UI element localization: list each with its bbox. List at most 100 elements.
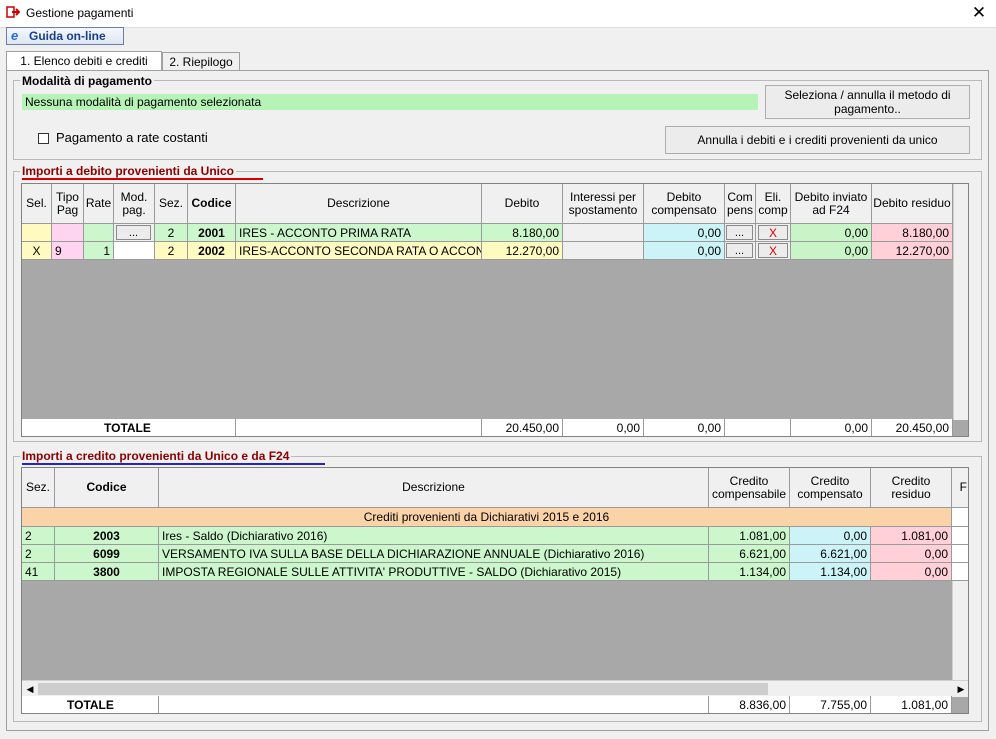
row1-compensato[interactable]: 0,00: [644, 224, 725, 242]
help-online-label: Guida on-line: [29, 29, 106, 43]
crow1-codice[interactable]: 2003: [55, 527, 159, 545]
tab-elenco[interactable]: 1. Elenco debiti e crediti: [6, 51, 162, 71]
crow3-codice[interactable]: 3800: [55, 563, 159, 581]
credit-horizontal-scrollbar[interactable]: ◀ ▶: [22, 680, 968, 697]
crow1-sez[interactable]: 2: [22, 527, 55, 545]
col-compens[interactable]: Com pens: [725, 184, 756, 224]
payment-mode-title: Modalità di pagamento: [20, 74, 155, 88]
row1-mod-button[interactable]: ...: [116, 225, 151, 240]
row1-compens-button[interactable]: ...: [726, 225, 753, 240]
row2-inviato[interactable]: 0,00: [791, 242, 872, 260]
scroll-right-icon[interactable]: ▶: [955, 683, 967, 695]
credit-total-residuo: 1.081,00: [871, 696, 952, 713]
crow3-compensabile[interactable]: 1.134,00: [709, 563, 790, 581]
row1-codice[interactable]: 2001: [188, 224, 236, 242]
row2-mod[interactable]: [114, 242, 155, 260]
col-debito[interactable]: Debito: [482, 184, 563, 224]
row2-sel[interactable]: X: [22, 242, 52, 260]
crow2-codice[interactable]: 6099: [55, 545, 159, 563]
crow1-residuo[interactable]: 1.081,00: [871, 527, 952, 545]
ccol-f[interactable]: F: [952, 468, 968, 508]
row2-delete-comp-button[interactable]: X: [758, 243, 788, 258]
row2-compens-button[interactable]: ...: [726, 243, 753, 258]
row1-delete-comp-button[interactable]: X: [758, 225, 788, 240]
credit-total-compensabile: 8.836,00: [709, 696, 790, 713]
debit-total-interessi: 0,00: [563, 419, 644, 436]
crow2-compensabile[interactable]: 6.621,00: [709, 545, 790, 563]
col-sez[interactable]: Sez.: [155, 184, 188, 224]
crow3-f: [952, 563, 968, 581]
row1-residuo[interactable]: 8.180,00: [872, 224, 953, 242]
debit-total-blank: [236, 419, 482, 436]
col-tipo-pag[interactable]: Tipo Pag: [52, 184, 84, 224]
row2-interessi[interactable]: [563, 242, 644, 260]
row1-debito[interactable]: 8.180,00: [482, 224, 563, 242]
ccol-sez[interactable]: Sez.: [22, 468, 55, 508]
col-codice[interactable]: Codice: [188, 184, 236, 224]
row1-rate[interactable]: [84, 224, 114, 242]
row1-sez[interactable]: 2: [155, 224, 188, 242]
col-interessi[interactable]: Interessi per spostamento: [563, 184, 644, 224]
debit-title-underline: [22, 178, 263, 180]
col-rate[interactable]: Rate: [84, 184, 114, 224]
row2-residuo[interactable]: 12.270,00: [872, 242, 953, 260]
crow1-compensabile[interactable]: 1.081,00: [709, 527, 790, 545]
crow1-f: [952, 527, 968, 545]
row2-sez[interactable]: 2: [155, 242, 188, 260]
row1-descrizione[interactable]: IRES - ACCONTO PRIMA RATA: [236, 224, 482, 242]
close-icon[interactable]: ✕: [968, 3, 990, 23]
installments-label: Pagamento a rate costanti: [56, 130, 208, 145]
row1-inviato[interactable]: 0,00: [791, 224, 872, 242]
crow3-residuo[interactable]: 0,00: [871, 563, 952, 581]
row2-rate[interactable]: 1: [84, 242, 114, 260]
row2-codice[interactable]: 2002: [188, 242, 236, 260]
ccol-descrizione[interactable]: Descrizione: [159, 468, 709, 508]
col-sel[interactable]: Sel.: [22, 184, 52, 224]
crow3-descrizione[interactable]: IMPOSTA REGIONALE SULLE ATTIVITA' PRODUT…: [159, 563, 709, 581]
row1-tipo[interactable]: [52, 224, 84, 242]
title-bar: [0, 0, 996, 28]
crow2-residuo[interactable]: 0,00: [871, 545, 952, 563]
credit-title-underline: [22, 463, 325, 465]
scroll-left-icon[interactable]: ◀: [24, 683, 36, 695]
select-payment-method-button[interactable]: Seleziona / annulla il metodo di pagamen…: [765, 85, 970, 119]
debit-vertical-scrollbar[interactable]: [953, 184, 968, 420]
row1-eli-cell: X: [756, 224, 791, 242]
col-debito-inviato[interactable]: Debito inviato ad F24: [791, 184, 872, 224]
col-mod-pag[interactable]: Mod. pag.: [114, 184, 155, 224]
crow1-descrizione[interactable]: Ires - Saldo (Dichiarativo 2016): [159, 527, 709, 545]
row2-compensato[interactable]: 0,00: [644, 242, 725, 260]
col-debito-compensato[interactable]: Debito compensato: [644, 184, 725, 224]
row1-sel[interactable]: [22, 224, 52, 242]
installments-checkbox[interactable]: [38, 133, 49, 144]
crow3-sez[interactable]: 41: [22, 563, 55, 581]
crow2-descrizione[interactable]: VERSAMENTO IVA SULLA BASE DELLA DICHIARA…: [159, 545, 709, 563]
row2-debito[interactable]: 12.270,00: [482, 242, 563, 260]
crow2-sez[interactable]: 2: [22, 545, 55, 563]
cancel-unico-button[interactable]: Annulla i debiti e i crediti provenienti…: [665, 126, 970, 154]
credit-grid[interactable]: Sez. Codice Descrizione Credito compensa…: [21, 467, 969, 714]
tab-riepilogo[interactable]: 2. Riepilogo: [162, 52, 240, 71]
crow3-compensato[interactable]: 1.134,00: [790, 563, 871, 581]
debit-total-compensato: 0,00: [644, 419, 725, 436]
debit-total-inviato: 0,00: [791, 419, 872, 436]
ccol-codice[interactable]: Codice: [55, 468, 159, 508]
crow2-compensato[interactable]: 6.621,00: [790, 545, 871, 563]
ccol-residuo[interactable]: Credito residuo: [871, 468, 952, 508]
credit-vertical-scrollbar[interactable]: [952, 581, 968, 680]
row1-interessi[interactable]: [563, 224, 644, 242]
col-descrizione[interactable]: Descrizione: [236, 184, 482, 224]
debit-group-title: Importi a debito provenienti da Unico: [20, 164, 237, 178]
crow1-compensato[interactable]: 0,00: [790, 527, 871, 545]
col-eli-comp[interactable]: Eli. comp: [756, 184, 791, 224]
row2-descrizione[interactable]: IRES-ACCONTO SECONDA RATA O ACCONT: [236, 242, 482, 260]
credit-section-blank: [952, 508, 968, 527]
debit-total-blank2: [725, 419, 791, 436]
ccol-compensato[interactable]: Credito compensato: [790, 468, 871, 508]
help-online-button[interactable]: e Guida on-line: [6, 27, 124, 45]
debit-grid[interactable]: Sel. Tipo Pag Rate Mod. pag. Sez. Codice…: [21, 183, 969, 437]
scroll-thumb[interactable]: [38, 683, 768, 695]
col-debito-residuo[interactable]: Debito residuo: [872, 184, 953, 224]
ccol-compensabile[interactable]: Credito compensabile: [709, 468, 790, 508]
row2-tipo[interactable]: 9: [52, 242, 84, 260]
